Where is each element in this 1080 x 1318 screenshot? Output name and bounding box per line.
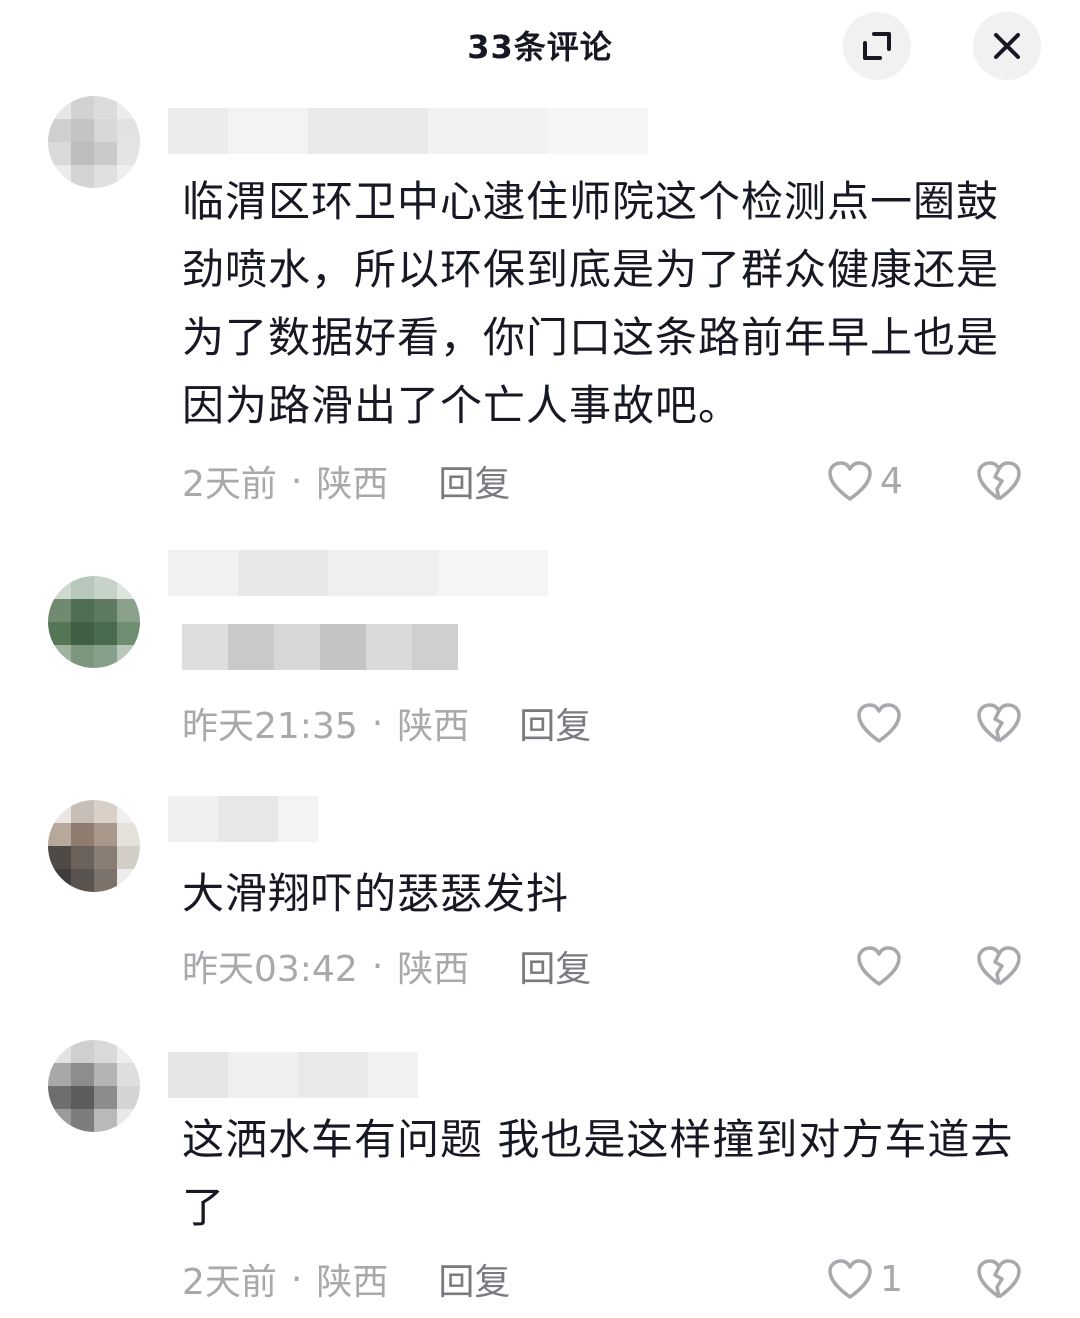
broken-heart-icon (977, 946, 1021, 986)
comment-location: 陕西 (397, 949, 470, 990)
comment-time: 2天前 (182, 464, 277, 505)
avatar[interactable] (48, 800, 140, 892)
close-icon (994, 33, 1020, 59)
separator-dot: · (371, 945, 384, 987)
comment-meta: 2天前 · 陕西 回复 (182, 1254, 510, 1304)
broken-heart-icon (977, 703, 1021, 743)
comment-meta: 昨天21:35 · 陕西 回复 (182, 698, 591, 748)
avatar[interactable] (48, 96, 140, 188)
dislike-button[interactable] (975, 941, 1023, 991)
close-button[interactable] (973, 12, 1041, 80)
username-redacted (168, 108, 648, 154)
comment-text: 大滑翔吓的瑟瑟发抖 (182, 869, 570, 918)
comment-location: 陕西 (316, 464, 389, 505)
avatar[interactable] (48, 576, 140, 668)
dislike-button[interactable] (975, 456, 1023, 506)
heart-icon (857, 946, 901, 986)
like-button[interactable]: 1 (826, 1254, 903, 1304)
reply-button[interactable]: 回复 (438, 1253, 510, 1305)
comment-meta: 昨天03:42 · 陕西 回复 (182, 941, 591, 991)
comment-meta: 2天前 · 陕西 回复 (182, 456, 510, 506)
reply-button[interactable]: 回复 (438, 455, 510, 507)
comment-text-redacted (182, 624, 458, 670)
dislike-button[interactable] (975, 698, 1023, 748)
comment-text: 临渭区环卫中心逮住师院这个检测点一圈鼓劲喷水，所以环保到底是为了群众健康还是为了… (182, 177, 1000, 430)
comments-header: 33条评论 (0, 0, 1080, 90)
comment-location: 陕西 (316, 1262, 389, 1303)
comment-location: 陕西 (397, 706, 470, 747)
reply-button[interactable]: 回复 (519, 940, 591, 992)
comment-time: 昨天21:35 (182, 706, 358, 747)
avatar[interactable] (48, 1040, 140, 1132)
expand-icon (863, 32, 891, 60)
heart-icon (828, 1259, 872, 1299)
comment-text: 这洒水车有问题 我也是这样撞到对方车道去了 (182, 1115, 1014, 1232)
separator-dot: · (290, 1258, 303, 1300)
like-button[interactable]: 4 (826, 456, 903, 506)
username-redacted (168, 796, 318, 842)
reply-button[interactable]: 回复 (519, 697, 591, 749)
separator-dot: · (371, 702, 384, 744)
comment-time: 2天前 (182, 1262, 277, 1303)
heart-icon (828, 461, 872, 501)
comments-count-title: 33条评论 (467, 28, 613, 66)
like-button[interactable] (855, 698, 909, 748)
broken-heart-icon (977, 461, 1021, 501)
dislike-button[interactable] (975, 1254, 1023, 1304)
separator-dot: · (290, 460, 303, 502)
expand-button[interactable] (843, 12, 911, 80)
heart-icon (857, 703, 901, 743)
like-button[interactable] (855, 941, 909, 991)
like-count: 4 (880, 460, 903, 502)
broken-heart-icon (977, 1259, 1021, 1299)
like-count: 1 (880, 1258, 903, 1300)
comment-time: 昨天03:42 (182, 949, 358, 990)
username-redacted (168, 550, 548, 596)
username-redacted (168, 1052, 418, 1098)
